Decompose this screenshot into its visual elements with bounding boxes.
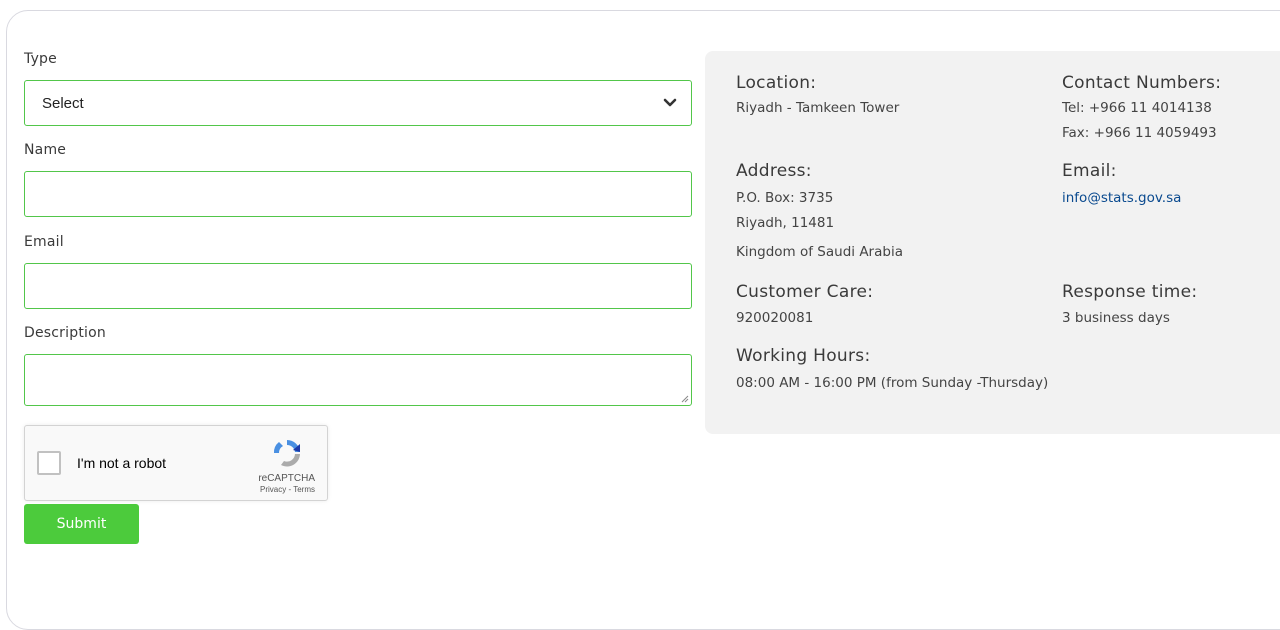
location-title: Location: <box>736 73 817 93</box>
address-line-2: Riyadh, 11481 <box>736 215 835 231</box>
description-label: Description <box>24 325 106 341</box>
recaptcha-logo-icon <box>273 439 300 467</box>
resize-handle-icon[interactable] <box>681 395 689 403</box>
type-label: Type <box>24 51 57 67</box>
address-line-1: P.O. Box: 3735 <box>736 190 834 206</box>
recaptcha-brand: reCAPTCHA <box>258 473 315 484</box>
address-line-3: Kingdom of Saudi Arabia <box>736 244 903 260</box>
email-label: Email <box>24 234 64 250</box>
response-time-value: 3 business days <box>1062 310 1170 326</box>
recaptcha-widget: I'm not a robot reCAPTCHA Privacy - Term… <box>24 425 328 501</box>
name-label: Name <box>24 142 67 158</box>
tel-value: Tel: +966 11 4014138 <box>1062 100 1212 116</box>
fax-value: Fax: +966 11 4059493 <box>1062 125 1217 141</box>
working-hours-value: 08:00 AM - 16:00 PM (from Sunday -Thursd… <box>736 375 1049 391</box>
recaptcha-label: I'm not a robot <box>77 455 167 471</box>
contact-info-panel: Location: Riyadh - Tamkeen Tower Contact… <box>705 51 1280 434</box>
email-link[interactable]: info@stats.gov.sa <box>1062 186 1181 210</box>
customer-care-value: 920020081 <box>736 310 814 326</box>
location-value: Riyadh - Tamkeen Tower <box>736 100 900 116</box>
response-time-title: Response time: <box>1062 282 1198 302</box>
address-title: Address: <box>736 161 812 181</box>
type-select[interactable]: Select <box>24 80 692 126</box>
email-title: Email: <box>1062 161 1117 181</box>
description-textarea[interactable] <box>24 354 692 406</box>
name-input[interactable] <box>24 171 692 217</box>
recaptcha-checkbox[interactable] <box>37 451 61 475</box>
submit-button[interactable]: Submit <box>24 504 139 544</box>
working-hours-title: Working Hours: <box>736 346 871 366</box>
type-select-value: Select <box>42 94 84 112</box>
customer-care-title: Customer Care: <box>736 282 874 302</box>
recaptcha-terms-link[interactable]: Privacy - Terms <box>260 485 315 494</box>
email-input[interactable] <box>24 263 692 309</box>
contact-numbers-title: Contact Numbers: <box>1062 73 1222 93</box>
chevron-down-icon <box>663 98 677 107</box>
